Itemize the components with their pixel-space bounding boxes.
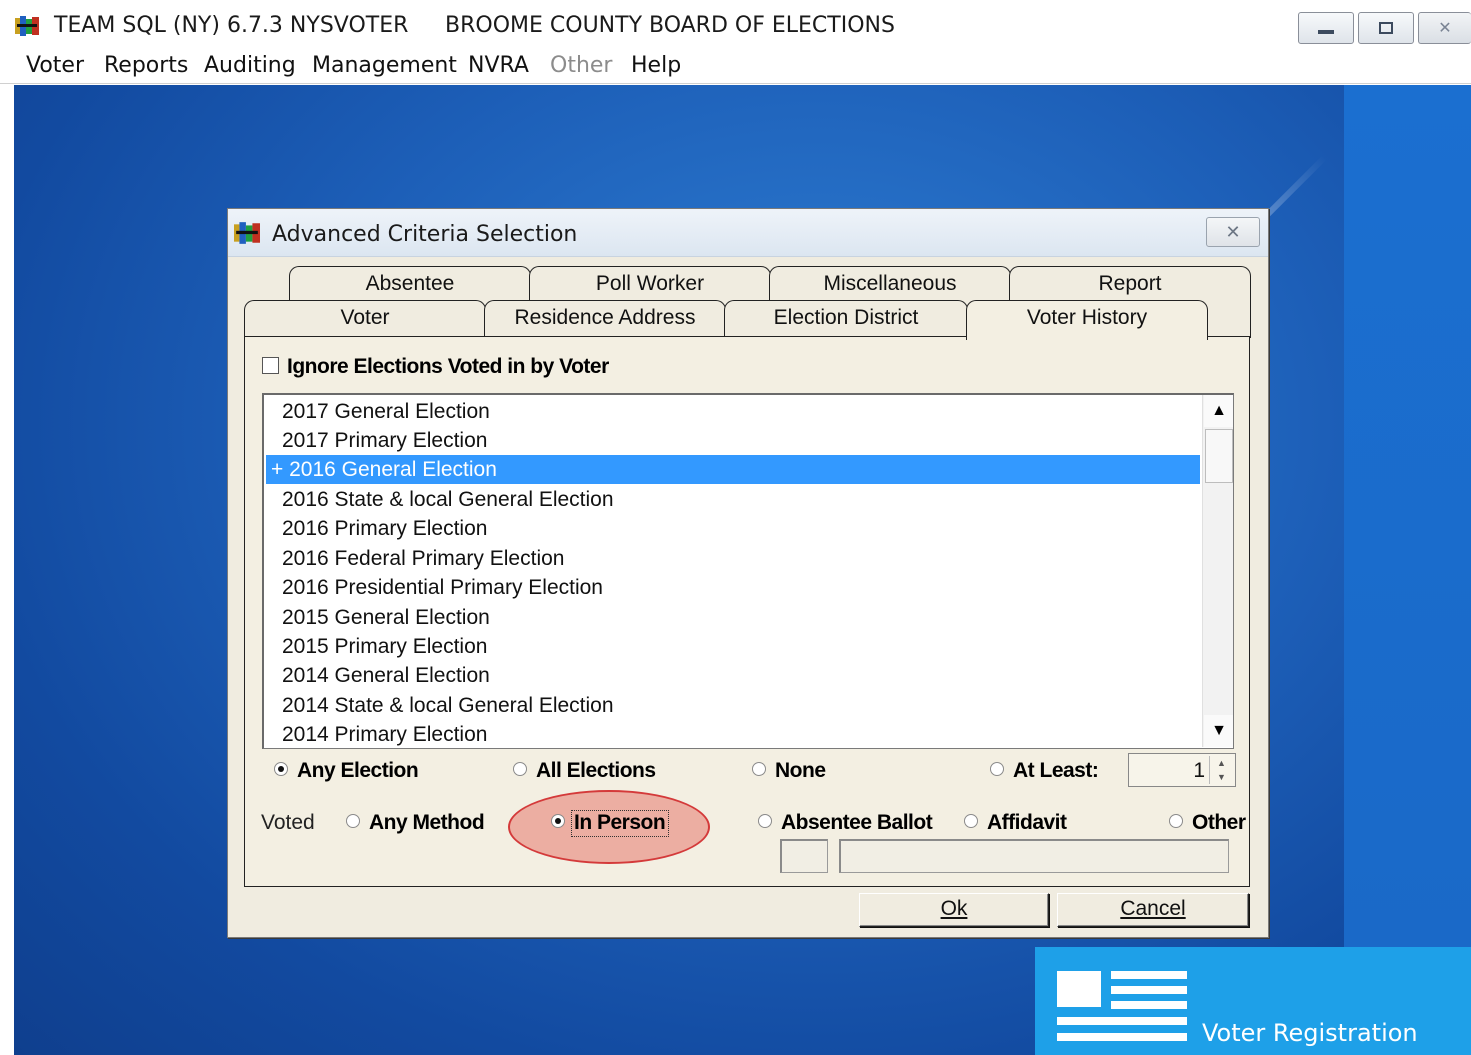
other-code-field[interactable]: [780, 839, 828, 873]
menu-reports[interactable]: Reports: [104, 53, 188, 78]
ok-button[interactable]: Ok: [859, 893, 1049, 927]
cancel-label: Cancel: [1120, 897, 1186, 920]
window-border: [0, 85, 14, 1055]
ignore-elections-checkbox[interactable]: [262, 357, 279, 374]
tab-voter-history[interactable]: Voter History: [966, 300, 1208, 340]
tile-label: Voter Registration: [1202, 1019, 1418, 1047]
menu-auditing[interactable]: Auditing: [204, 53, 296, 78]
voted-label: Voted: [261, 811, 315, 834]
dialog-title-bar: Advanced Criteria Selection ✕: [228, 209, 1268, 257]
none-radio[interactable]: [752, 762, 766, 776]
any-method-radio[interactable]: [346, 814, 360, 828]
election-list[interactable]: 2017 General Election 2017 Primary Elect…: [262, 393, 1234, 749]
county-title: BROOME COUNTY BOARD OF ELECTIONS: [445, 13, 895, 38]
main-title-bar: TEAM SQL (NY) 6.7.3 NYSVOTER BROOME COUN…: [0, 0, 1471, 48]
list-item-selected[interactable]: + 2016 General Election: [266, 455, 1200, 484]
menu-voter[interactable]: Voter: [26, 53, 84, 78]
app-logo-icon: [15, 16, 39, 36]
list-item[interactable]: 2017 General Election: [266, 397, 1200, 426]
close-icon: ✕: [1225, 221, 1241, 242]
absentee-ballot-radio[interactable]: [758, 814, 772, 828]
menu-bar: Voter Reports Auditing Management NVRA O…: [0, 48, 1471, 84]
other-description-field[interactable]: [839, 839, 1229, 873]
other-label: Other: [1192, 811, 1246, 834]
at-least-radio[interactable]: [990, 762, 1004, 776]
menu-other[interactable]: Other: [550, 53, 612, 78]
all-elections-label: All Elections: [536, 759, 656, 782]
none-label: None: [775, 759, 826, 782]
tab-voter[interactable]: Voter: [244, 300, 486, 336]
close-icon: ✕: [1438, 20, 1452, 37]
in-person-radio[interactable]: [551, 814, 565, 828]
scroll-thumb[interactable]: [1205, 429, 1233, 483]
scroll-down-button[interactable]: ▼: [1204, 715, 1233, 747]
all-elections-radio[interactable]: [513, 762, 527, 776]
restore-button[interactable]: [1358, 12, 1414, 44]
tab-election-district[interactable]: Election District: [724, 300, 968, 336]
menu-management[interactable]: Management: [312, 53, 457, 78]
tab-absentee[interactable]: Absentee: [289, 266, 531, 302]
list-item[interactable]: 2015 General Election: [266, 603, 1200, 632]
list-item[interactable]: 2016 Federal Primary Election: [266, 544, 1200, 573]
list-item[interactable]: 2014 General Election: [266, 661, 1200, 690]
arrow-down-icon: ▼: [1211, 722, 1227, 739]
arrow-up-icon: ▲: [1211, 402, 1227, 419]
ignore-elections-label: Ignore Elections Voted in by Voter: [287, 355, 609, 378]
stepper-arrows-icon[interactable]: ▲ ▼: [1209, 756, 1233, 784]
list-item[interactable]: 2017 Primary Election: [266, 426, 1200, 455]
dialog-close-button[interactable]: ✕: [1206, 217, 1260, 247]
affidavit-label: Affidavit: [987, 811, 1067, 834]
close-button[interactable]: ✕: [1418, 12, 1471, 44]
at-least-stepper[interactable]: 1 ▲ ▼: [1128, 753, 1236, 787]
ok-label: Ok: [940, 897, 968, 920]
tab-poll-worker[interactable]: Poll Worker: [529, 266, 771, 302]
cancel-button[interactable]: Cancel: [1057, 893, 1249, 927]
absentee-ballot-label: Absentee Ballot: [781, 811, 933, 834]
restore-icon: [1379, 22, 1393, 34]
app-title: TEAM SQL (NY) 6.7.3 NYSVOTER: [54, 13, 409, 38]
menu-nvra[interactable]: NVRA: [468, 53, 529, 78]
list-item[interactable]: 2014 Primary Election: [266, 720, 1200, 748]
dialog-logo-icon: [234, 222, 260, 244]
in-person-label: In Person: [574, 811, 666, 834]
at-least-label: At Least:: [1013, 759, 1099, 782]
any-method-label: Any Method: [369, 811, 485, 834]
desktop-right-panel: [1344, 85, 1471, 947]
any-election-label: Any Election: [297, 759, 419, 782]
minimize-icon: [1318, 30, 1334, 34]
scroll-up-button[interactable]: ▲: [1204, 395, 1233, 427]
list-item[interactable]: 2016 State & local General Election: [266, 485, 1200, 514]
affidavit-radio[interactable]: [964, 814, 978, 828]
minimize-button[interactable]: [1298, 12, 1354, 44]
other-radio[interactable]: [1169, 814, 1183, 828]
menu-help[interactable]: Help: [631, 53, 681, 78]
list-item[interactable]: 2016 Primary Election: [266, 514, 1200, 543]
any-election-radio[interactable]: [274, 762, 288, 776]
flag-logo-icon: [1057, 971, 1187, 1047]
voter-registration-tile[interactable]: Voter Registration: [1035, 947, 1471, 1055]
tab-residence-address[interactable]: Residence Address: [484, 300, 726, 336]
list-item[interactable]: 2014 State & local General Election: [266, 691, 1200, 720]
list-item[interactable]: 2016 Presidential Primary Election: [266, 573, 1200, 602]
tab-miscellaneous[interactable]: Miscellaneous: [769, 266, 1011, 302]
list-scrollbar[interactable]: ▲ ▼: [1202, 395, 1233, 747]
at-least-value: 1: [1193, 759, 1205, 782]
list-item[interactable]: 2015 Primary Election: [266, 632, 1200, 661]
dialog-title: Advanced Criteria Selection: [272, 222, 578, 247]
